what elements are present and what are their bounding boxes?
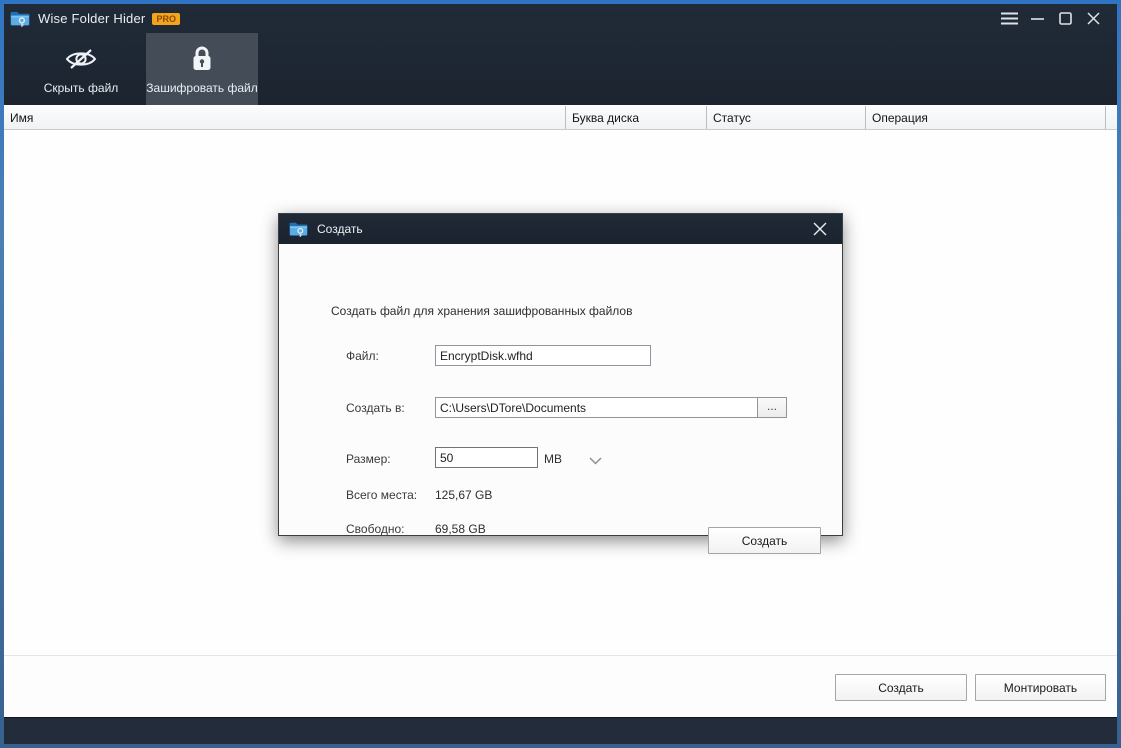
table-header: Имя Буква диска Статус Операция	[4, 105, 1117, 130]
column-header-letter[interactable]: Буква диска	[565, 106, 706, 129]
pro-badge: PRO	[152, 12, 180, 25]
file-label: Файл:	[346, 349, 379, 363]
footer-strip	[4, 717, 1117, 744]
size-input[interactable]	[435, 447, 538, 468]
toolbar: Скрыть файл Зашифровать файл	[4, 33, 1117, 105]
close-button[interactable]	[1079, 8, 1107, 30]
dialog-body: Создать файл для хранения зашифрованных …	[279, 244, 842, 554]
dialog-titlebar: Создать	[279, 214, 842, 244]
browse-button[interactable]: ...	[757, 397, 787, 418]
toolbar-item-label: Зашифровать файл	[146, 80, 258, 95]
total-space-label: Всего места:	[346, 488, 418, 502]
dialog-close-icon[interactable]	[810, 219, 830, 239]
size-unit-select[interactable]: MB	[544, 452, 562, 466]
create-button[interactable]: Создать	[835, 674, 967, 701]
titlebar: Wise Folder Hider PRO	[4, 4, 1117, 33]
dialog-title: Создать	[317, 222, 363, 236]
maximize-button[interactable]	[1051, 8, 1079, 30]
toolbar-item-label: Скрыть файл	[43, 80, 119, 95]
top-block: Wise Folder Hider PRO Скрыть файл Зашифр…	[4, 4, 1117, 105]
file-name-input[interactable]	[435, 345, 651, 366]
minimize-button[interactable]	[1023, 8, 1051, 30]
location-label: Создать в:	[346, 401, 405, 415]
dialog-folder-key-icon	[289, 222, 308, 237]
mount-button[interactable]: Монтировать	[975, 674, 1106, 701]
window-title: Wise Folder Hider	[38, 11, 146, 26]
app-window: Wise Folder Hider PRO Скрыть файл Зашифр…	[0, 0, 1121, 748]
dialog-create-button[interactable]: Создать	[708, 527, 821, 554]
free-space-label: Свободно:	[346, 522, 405, 536]
toolbar-item-hide-file[interactable]: Скрыть файл	[24, 33, 138, 105]
eye-off-icon	[64, 44, 98, 74]
toolbar-item-encrypt-file[interactable]: Зашифровать файл	[146, 33, 258, 105]
column-header-status[interactable]: Статус	[706, 106, 865, 129]
size-label: Размер:	[346, 452, 391, 466]
free-space-value: 69,58 GB	[435, 522, 486, 536]
app-logo-folder-key-icon	[10, 11, 30, 27]
total-space-value: 125,67 GB	[435, 488, 493, 502]
bottom-bar: Создать Монтировать	[4, 655, 1117, 717]
chevron-down-icon[interactable]	[589, 454, 602, 468]
dialog-description: Создать файл для хранения зашифрованных …	[331, 304, 633, 318]
window-content: Wise Folder Hider PRO Скрыть файл Зашифр…	[4, 4, 1117, 744]
create-dialog: Создать Создать файл для хранения зашифр…	[278, 213, 843, 554]
column-header-name[interactable]: Имя	[4, 106, 565, 129]
menu-icon[interactable]	[995, 8, 1023, 30]
location-input[interactable]	[435, 397, 758, 418]
column-header-operation[interactable]: Операция	[865, 106, 1105, 129]
column-header-extra	[1105, 106, 1117, 129]
lock-icon	[189, 44, 215, 74]
